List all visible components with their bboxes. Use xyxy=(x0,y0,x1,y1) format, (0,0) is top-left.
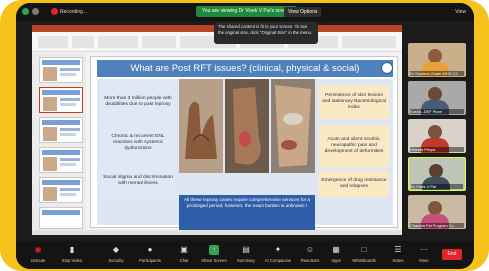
slide-thumbnail[interactable] xyxy=(39,87,83,113)
participant-video xyxy=(428,87,442,101)
chat-icon: ▣ xyxy=(180,245,188,254)
right-box-1: Persistence of skin lesions and stationa… xyxy=(319,85,389,119)
stop-video-button[interactable]: ▮ Stop Video xyxy=(54,245,90,267)
apps-icon: ▦ xyxy=(332,245,340,254)
right-box-3: Emergence of drug resistance and relapse… xyxy=(319,171,389,197)
participant-tile[interactable]: Vineeta Pimpa xyxy=(408,119,466,153)
slide-thumbnails xyxy=(32,53,86,231)
ppt-status-bar xyxy=(32,230,402,235)
viewing-banner: You are viewing Dr Vivek V Pai's screen xyxy=(196,6,297,17)
whiteboards-button[interactable]: □ Whiteboards xyxy=(346,245,382,267)
participant-video xyxy=(428,201,442,215)
shield-icon: ◆ xyxy=(112,245,120,254)
slide-body: More than 3 million people with disabili… xyxy=(97,79,393,231)
reactions-icon: ☺ xyxy=(305,245,315,254)
info-icon[interactable] xyxy=(32,8,39,15)
unmute-button[interactable]: ◉ Unmute xyxy=(20,245,56,267)
left-box-3: Social stigma and discrimination with me… xyxy=(101,167,175,195)
participant-name: Dr Sushma Ghate WHO CC xyxy=(410,71,464,76)
hands-photo xyxy=(179,79,223,173)
whiteboard-icon: □ xyxy=(361,245,367,254)
participant-name: Dr Vivek V Pai xyxy=(411,184,463,189)
share-screen-button[interactable]: ↑ Share Screen xyxy=(196,245,232,267)
participant-tile[interactable]: Sushil...DEF Pune xyxy=(408,81,466,115)
slide-thumbnail[interactable] xyxy=(39,207,83,229)
participants-button[interactable]: ● Participants xyxy=(132,245,168,267)
more-button[interactable]: ⋯ More xyxy=(406,245,442,267)
share-screen-icon: ↑ xyxy=(209,245,219,255)
left-box-1: More than 3 million people with disabili… xyxy=(101,85,175,119)
slide-thumbnail[interactable] xyxy=(39,117,83,143)
wound-photo xyxy=(271,79,315,173)
top-bar: Recording... You are viewing Dr Vivek V … xyxy=(16,3,474,21)
fit-screen-tooltip: The shared content is fit to your screen… xyxy=(214,22,318,44)
left-box-2: Chronic & recurrent ENL reactions with s… xyxy=(101,127,175,159)
participant-video xyxy=(428,125,442,139)
slide-frame: Recording... You are viewing Dr Vivek V … xyxy=(0,0,489,271)
slide-thumbnail[interactable] xyxy=(39,177,83,203)
right-box-2: Acute and silent neuritis, neuropathic p… xyxy=(319,125,389,167)
video-icon: ▮ xyxy=(69,245,75,254)
slide-thumbnail[interactable] xyxy=(39,147,83,173)
ai-companion-button[interactable]: ✦ AI Companion xyxy=(260,245,296,267)
mic-muted-icon: ◉ xyxy=(34,245,42,254)
summary-button[interactable]: ▤ Summary xyxy=(228,245,264,267)
participant-tile-active[interactable]: Dr Vivek V Pai xyxy=(408,157,466,191)
view-options-button[interactable]: View Options xyxy=(284,7,322,17)
shared-screen: What are Post RFT issues? (clinical, phy… xyxy=(32,25,402,235)
photo-caption: All these leprosy cases require comprehe… xyxy=(179,195,315,231)
meeting-window: Recording... You are viewing Dr Vivek V … xyxy=(16,3,474,269)
participant-name: Chandra Pai Program Co... xyxy=(410,223,464,228)
participant-tile[interactable]: Dr Sushma Ghate WHO CC xyxy=(408,43,466,77)
recording-label[interactable]: Recording... xyxy=(60,7,87,17)
logo xyxy=(381,62,393,74)
participant-video xyxy=(429,164,443,178)
participants-icon: ● xyxy=(147,245,153,254)
leprosy-photos xyxy=(179,79,315,199)
notes-icon: ☰ xyxy=(394,245,402,254)
participant-tile[interactable]: Chandra Pai Program Co... xyxy=(408,195,466,229)
ai-companion-icon: ✦ xyxy=(274,245,282,254)
participant-name: Sushil...DEF Pune xyxy=(410,109,464,114)
view-button[interactable]: View xyxy=(455,7,466,17)
more-icon: ⋯ xyxy=(420,245,428,254)
end-button[interactable]: End xyxy=(442,249,462,260)
slide-title: What are Post RFT issues? (clinical, phy… xyxy=(97,60,393,77)
participant-strip: Dr Sushma Ghate WHO CC Sushil...DEF Pune… xyxy=(408,43,466,235)
summary-icon: ▤ xyxy=(242,245,250,254)
shield-icon[interactable] xyxy=(22,8,29,15)
meeting-toolbar: ◉ Unmute ▮ Stop Video ◆ Security ● Parti… xyxy=(16,241,474,269)
recording-icon xyxy=(51,8,58,15)
current-slide: What are Post RFT issues? (clinical, phy… xyxy=(90,56,398,231)
slide-thumbnail[interactable] xyxy=(39,57,83,83)
security-button[interactable]: ◆ Security xyxy=(98,245,134,267)
participant-name: Vineeta Pimpa xyxy=(410,147,464,152)
participant-video xyxy=(428,49,442,63)
foot-photo xyxy=(225,79,269,173)
